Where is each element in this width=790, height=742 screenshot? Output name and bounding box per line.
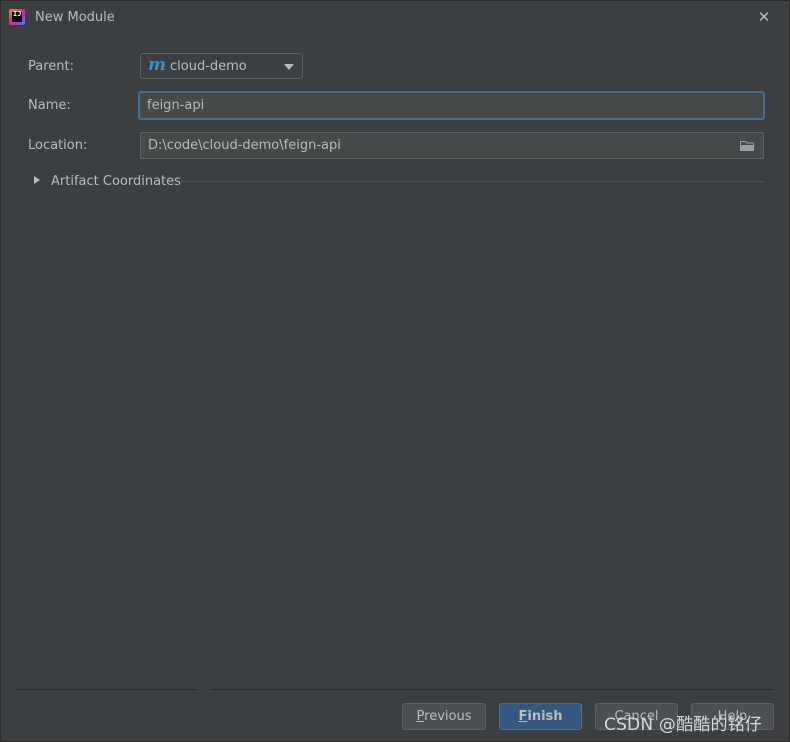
chevron-right-icon (34, 176, 40, 184)
watermark: CSDN @酷酷的铭仔 (604, 715, 763, 735)
window-title: New Module (35, 10, 115, 25)
maven-icon: m (148, 55, 166, 75)
location-input[interactable] (141, 133, 736, 158)
close-icon[interactable]: ✕ (753, 6, 775, 28)
finish-button[interactable]: Finish (499, 703, 582, 730)
previous-label: revious (424, 709, 472, 724)
previous-mnemonic: P (416, 709, 425, 724)
parent-label: Parent: (28, 59, 74, 74)
divider (16, 689, 197, 690)
folder-icon[interactable] (740, 140, 755, 152)
location-label: Location: (28, 138, 88, 153)
name-label: Name: (28, 98, 71, 113)
divider (210, 689, 774, 690)
parent-dropdown[interactable]: m cloud-demo (140, 53, 303, 79)
intellij-idea-icon: IJ (9, 9, 25, 25)
location-field-frame (140, 132, 764, 159)
artifact-coordinates-toggle[interactable]: Artifact Coordinates (28, 171, 764, 193)
name-input[interactable] (140, 93, 763, 118)
name-field-frame (138, 91, 765, 120)
artifact-coordinates-label: Artifact Coordinates (51, 174, 181, 189)
title-bar: IJ New Module ✕ (1, 1, 789, 34)
parent-value: cloud-demo (170, 59, 247, 74)
previous-button[interactable]: Previous (402, 703, 486, 730)
finish-label: inish (527, 709, 563, 724)
divider (181, 181, 764, 182)
chevron-down-icon (284, 64, 294, 70)
new-module-dialog: IJ New Module ✕ Parent: m cloud-demo Nam… (0, 0, 790, 742)
